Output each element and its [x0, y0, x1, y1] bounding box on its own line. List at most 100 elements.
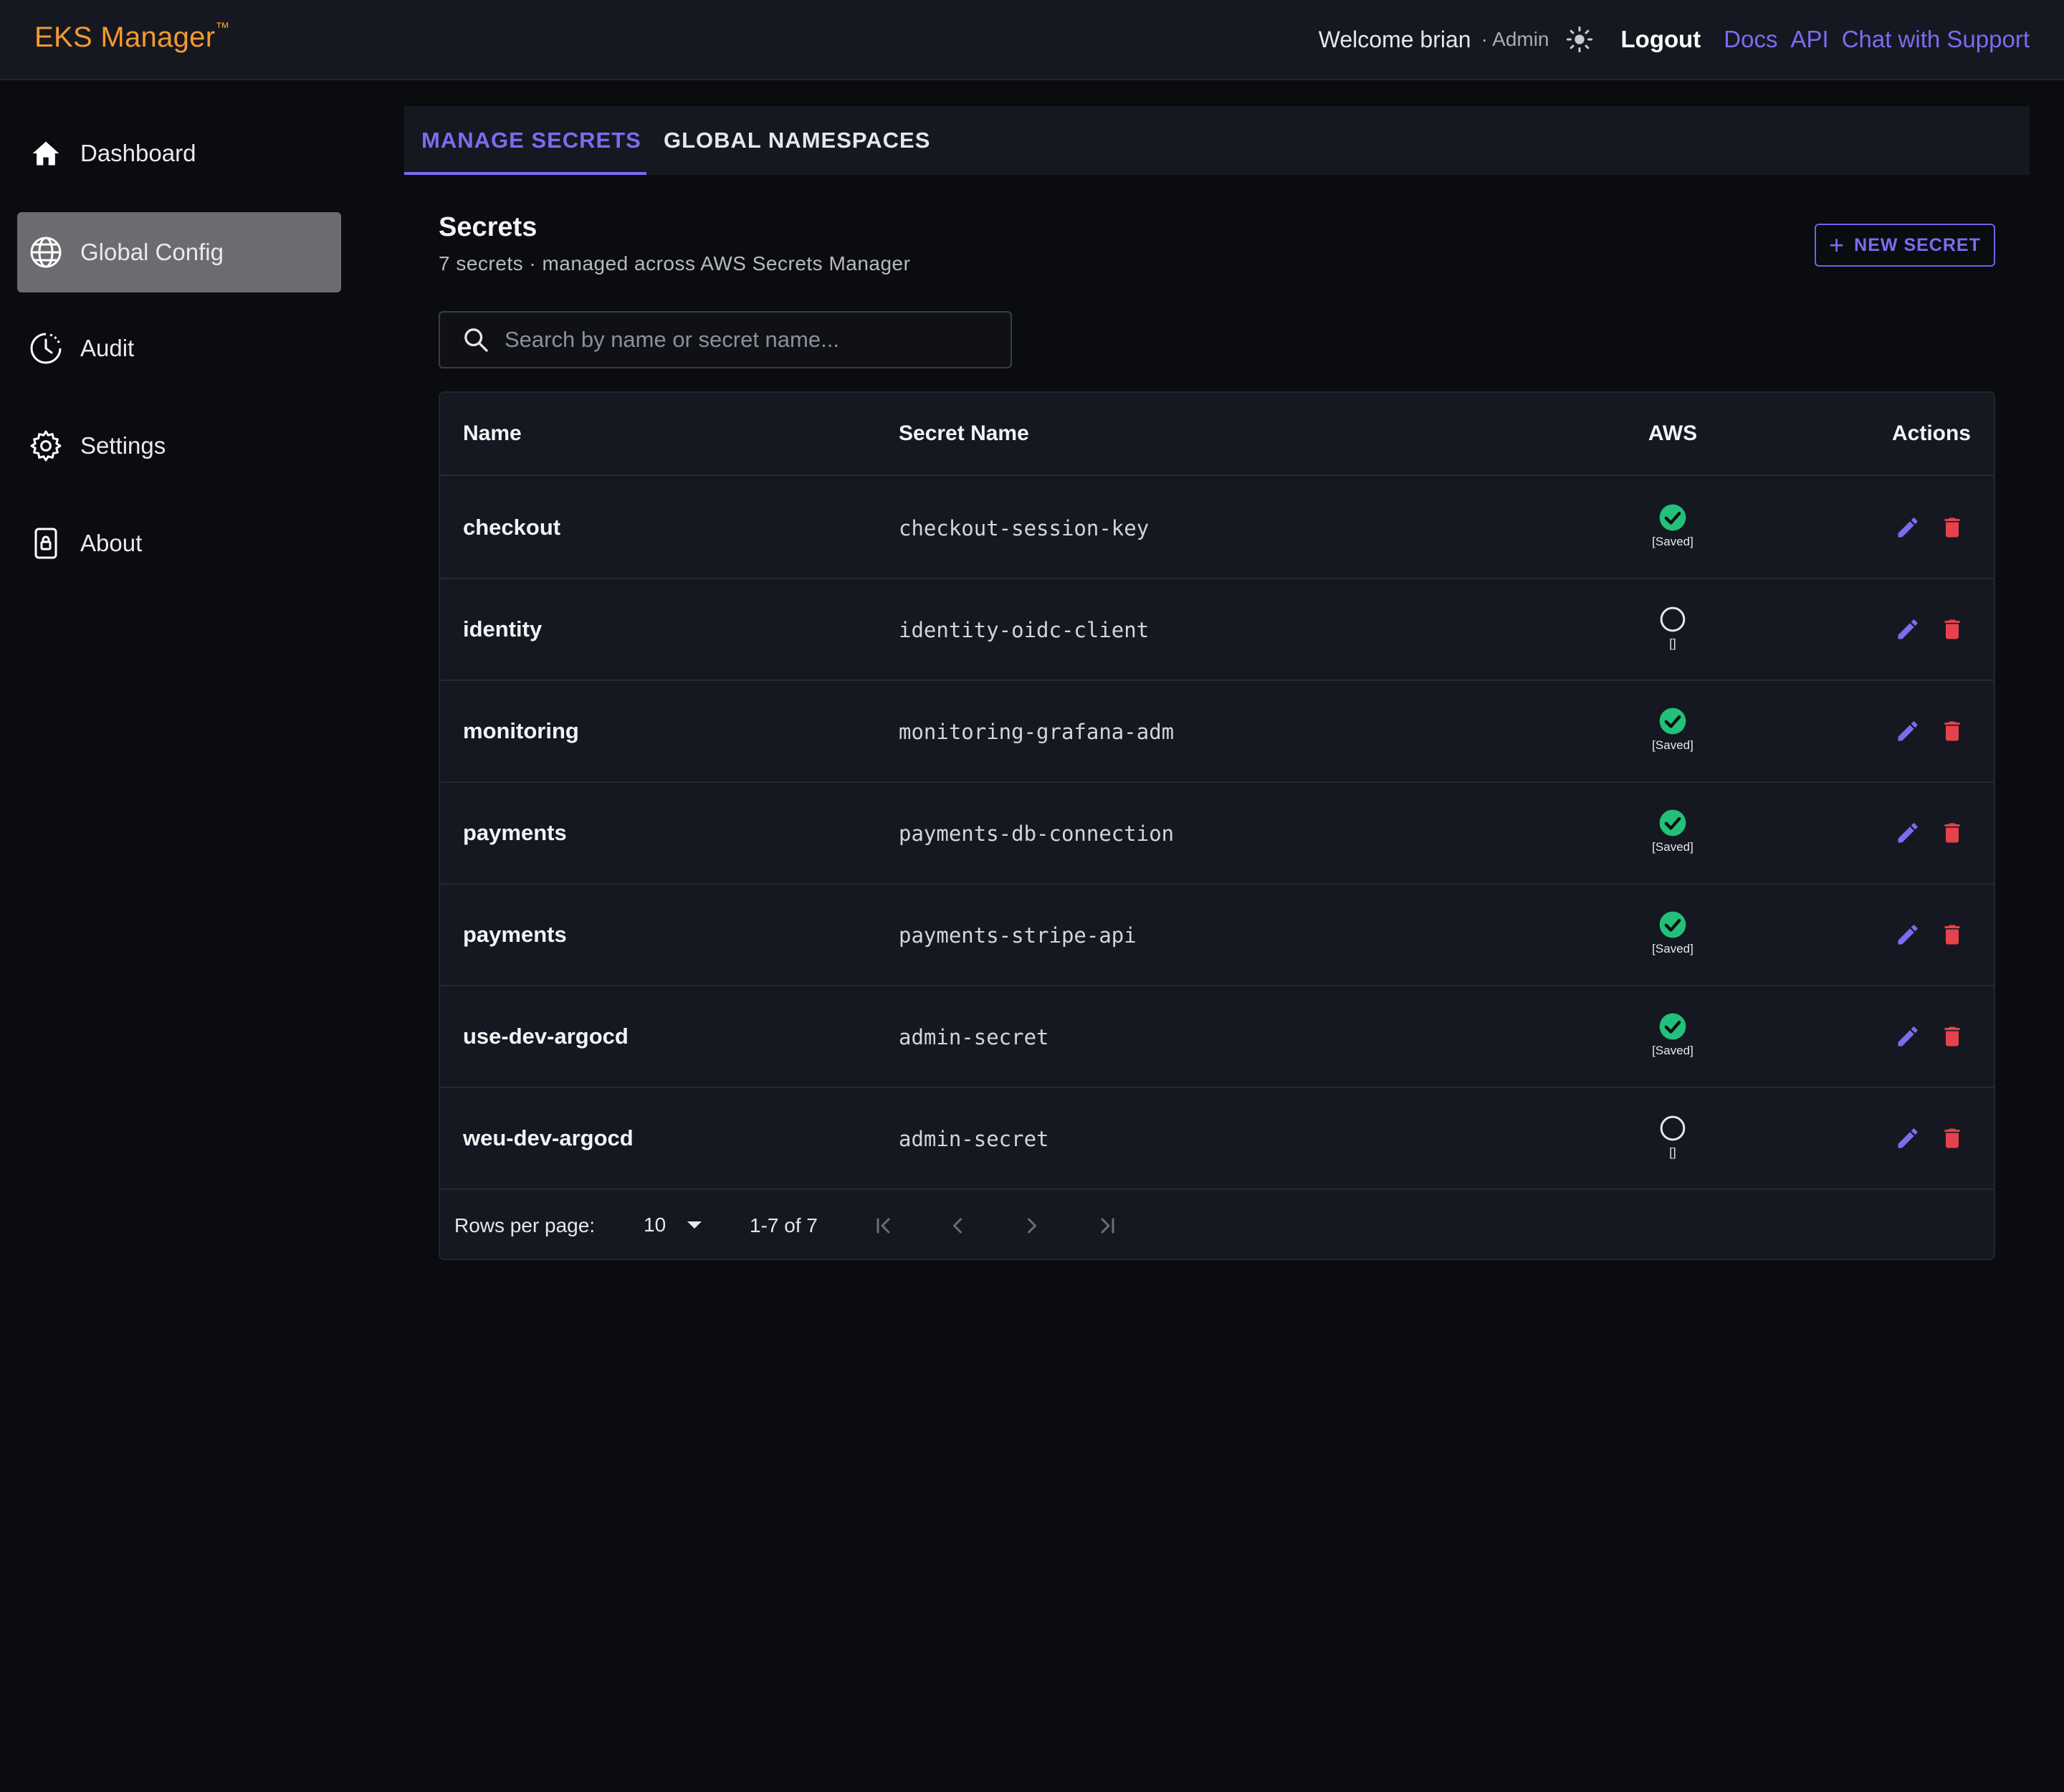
- chevron-right-icon: [1028, 1218, 1036, 1234]
- docs-link[interactable]: Docs: [1724, 26, 1777, 53]
- sun-icon[interactable]: [1565, 25, 1594, 54]
- pencil-icon: [1898, 518, 1918, 538]
- edit-button[interactable]: [1893, 920, 1922, 949]
- aws-status-label: [Saved]: [1652, 840, 1693, 854]
- table-row[interactable]: identity identity-oidc-client []: [440, 579, 1994, 681]
- tab-bar: MANAGE SECRETS GLOBAL NAMESPACES: [404, 106, 2030, 175]
- clock-icon: [27, 330, 64, 367]
- aws-status: [Saved]: [1615, 707, 1730, 753]
- pencil-icon: [1898, 1026, 1918, 1047]
- delete-button[interactable]: [1938, 717, 1967, 745]
- pagination-range: 1-7 of 7: [750, 1214, 818, 1236]
- edit-button[interactable]: [1893, 1022, 1922, 1051]
- pencil-icon: [1898, 721, 1918, 741]
- row-secret-name: monitoring-grafana-adm: [899, 720, 1175, 744]
- pencil-icon: [1898, 823, 1918, 843]
- globe-icon: [27, 234, 64, 271]
- edit-button[interactable]: [1893, 819, 1922, 847]
- delete-button[interactable]: [1938, 1124, 1967, 1153]
- edit-button[interactable]: [1893, 717, 1922, 745]
- aws-status-label: [Saved]: [1652, 535, 1693, 548]
- trash-icon: [1944, 619, 1960, 639]
- row-name: monitoring: [463, 718, 579, 743]
- column-header-aws[interactable]: AWS: [1615, 421, 1730, 446]
- sidebar: Dashboard Global Config Audit Settings A…: [0, 80, 358, 1792]
- plus-icon: +: [1829, 230, 1845, 259]
- column-header-actions: Actions: [1891, 421, 1971, 445]
- sidebar-item-global-config[interactable]: Global Config: [17, 212, 341, 292]
- sidebar-item-audit[interactable]: Audit: [17, 308, 341, 389]
- delete-button[interactable]: [1938, 1022, 1967, 1051]
- check-circle-icon: [1659, 504, 1686, 531]
- column-header-secret-name[interactable]: Secret Name: [899, 421, 1029, 446]
- table-row[interactable]: checkout checkout-session-key [Saved]: [440, 477, 1994, 579]
- delete-button[interactable]: [1938, 615, 1967, 644]
- active-tab-indicator: [404, 172, 646, 175]
- logout-button[interactable]: Logout: [1621, 26, 1701, 53]
- trash-icon: [1944, 1026, 1960, 1047]
- tab-global-namespaces[interactable]: GLOBAL NAMESPACES: [664, 106, 930, 175]
- search-input[interactable]: [505, 327, 992, 353]
- aws-status: [Saved]: [1615, 809, 1730, 854]
- table-row[interactable]: weu-dev-argocd admin-secret []: [440, 1088, 1994, 1190]
- top-bar: EKS Manager™ Welcome brian · Admin Logou…: [0, 0, 2064, 80]
- sidebar-item-dashboard[interactable]: Dashboard: [17, 113, 341, 194]
- aws-status: []: [1615, 1114, 1730, 1160]
- check-circle-icon: [1659, 1013, 1686, 1040]
- edit-button[interactable]: [1893, 1124, 1922, 1153]
- new-secret-button[interactable]: + NEW SECRET: [1815, 224, 1995, 267]
- first-page-button[interactable]: [869, 1210, 900, 1241]
- aws-status-label: []: [1669, 1145, 1676, 1159]
- aws-status: []: [1615, 605, 1730, 651]
- pencil-icon: [1898, 1128, 1918, 1148]
- aws-status: [Saved]: [1615, 1012, 1730, 1058]
- next-page-button[interactable]: [1016, 1210, 1048, 1241]
- row-secret-name: admin-secret: [899, 1127, 1049, 1151]
- delete-button[interactable]: [1938, 920, 1967, 949]
- delete-button[interactable]: [1938, 819, 1967, 847]
- previous-page-button[interactable]: [942, 1210, 973, 1241]
- gear-icon: [27, 427, 64, 464]
- api-link[interactable]: API: [1790, 26, 1828, 53]
- delete-button[interactable]: [1938, 513, 1967, 542]
- trademark: ™: [215, 19, 230, 36]
- edit-button[interactable]: [1893, 615, 1922, 644]
- table-row[interactable]: payments payments-stripe-api [Saved]: [440, 885, 1994, 986]
- secrets-table: Name Secret Name AWS Actions checkout ch…: [439, 391, 1995, 1260]
- empty-circle-icon: [1660, 1115, 1686, 1141]
- aws-status: [Saved]: [1615, 910, 1730, 956]
- sidebar-item-label: Dashboard: [80, 140, 196, 166]
- last-page-button[interactable]: [1091, 1210, 1122, 1241]
- edit-button[interactable]: [1893, 513, 1922, 542]
- chat-support-link[interactable]: Chat with Support: [1842, 26, 2030, 53]
- row-name: weu-dev-argocd: [463, 1125, 634, 1150]
- welcome-text: Welcome brian: [1318, 26, 1471, 52]
- table-row[interactable]: monitoring monitoring-grafana-adm [Saved…: [440, 681, 1994, 783]
- empty-circle-icon: [1660, 606, 1686, 632]
- app-logo[interactable]: EKS Manager™: [34, 19, 230, 54]
- row-name: use-dev-argocd: [463, 1024, 629, 1049]
- tab-manage-secrets[interactable]: MANAGE SECRETS: [421, 106, 641, 175]
- sidebar-item-about[interactable]: About: [17, 503, 341, 583]
- table-row[interactable]: use-dev-argocd admin-secret [Saved]: [440, 986, 1994, 1088]
- trash-icon: [1944, 925, 1960, 945]
- aws-status-label: [Saved]: [1652, 738, 1693, 752]
- sidebar-item-label: Settings: [80, 432, 166, 459]
- sidebar-item-label: Audit: [80, 335, 135, 361]
- search-icon: [464, 328, 488, 352]
- table-pagination: Rows per page: 10 1-7 of 7: [440, 1188, 1994, 1259]
- aws-status-label: [Saved]: [1652, 1044, 1693, 1057]
- trash-icon: [1944, 1128, 1960, 1148]
- row-secret-name: identity-oidc-client: [899, 618, 1150, 642]
- pencil-icon: [1898, 619, 1918, 639]
- table-header: Name Secret Name AWS Actions: [440, 393, 1994, 476]
- row-name: identity: [463, 616, 543, 642]
- check-circle-icon: [1659, 707, 1686, 735]
- table-row[interactable]: payments payments-db-connection [Saved]: [440, 783, 1994, 885]
- new-secret-label: NEW SECRET: [1854, 234, 1981, 255]
- row-secret-name: checkout-session-key: [899, 516, 1150, 540]
- user-role: · Admin: [1481, 28, 1549, 50]
- sidebar-item-settings[interactable]: Settings: [17, 406, 341, 486]
- rows-per-page-select[interactable]: 10: [644, 1207, 702, 1243]
- column-header-name[interactable]: Name: [463, 421, 522, 446]
